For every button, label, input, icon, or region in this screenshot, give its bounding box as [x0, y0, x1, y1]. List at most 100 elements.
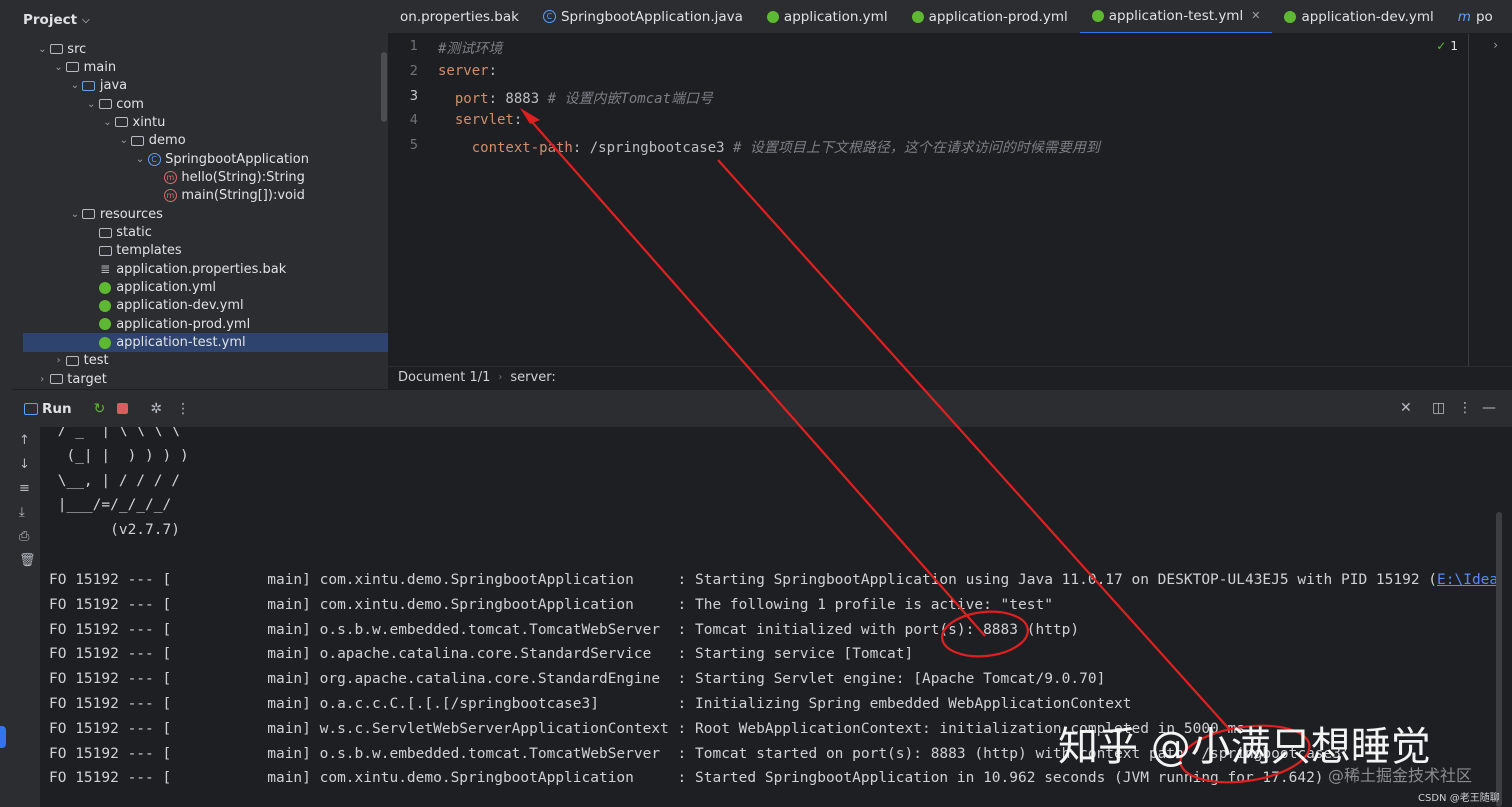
tree-item[interactable]: templates	[85, 242, 182, 260]
right-margin-guide	[1468, 34, 1469, 366]
tree-item[interactable]: ⌄ com	[85, 95, 144, 113]
folder-icon	[65, 354, 81, 368]
breadcrumb: Document 1/1 › server:	[388, 366, 1512, 388]
editor-tab[interactable]: application-dev.yml	[1272, 0, 1445, 33]
chevron-down-icon[interactable]: ⌄	[85, 99, 97, 110]
chevron-down-icon[interactable]: ⌄	[53, 62, 65, 73]
tree-item[interactable]: ⌄ C SpringbootApplication	[134, 150, 309, 168]
close-icon[interactable]: ✕	[1400, 400, 1412, 416]
run-window-icon	[24, 402, 38, 415]
code-token: #测试环境	[438, 41, 503, 57]
breadcrumb-document[interactable]: Document 1/1	[398, 370, 490, 385]
source-folder-icon	[81, 79, 97, 93]
tree-item-label: target	[67, 371, 107, 387]
tree-item[interactable]: application-test.yml	[85, 334, 246, 352]
tree-item[interactable]: ⌄ demo	[118, 132, 186, 150]
layout-icon[interactable]: ◫	[1432, 400, 1445, 416]
log-line: FO 15192 --- [ main] o.s.b.w.embedded.to…	[49, 622, 1079, 638]
chevron-right-icon[interactable]: ›	[1493, 38, 1498, 52]
project-scrollbar[interactable]	[381, 52, 387, 122]
editor-tab-label: on.properties.bak	[400, 8, 519, 25]
console-scrollbar[interactable]	[1496, 512, 1502, 807]
tree-item[interactable]: m hello(String):String	[150, 168, 305, 186]
debug-icon[interactable]: ✲	[150, 401, 162, 417]
tree-item[interactable]: › test	[53, 352, 109, 370]
line-number: 3	[409, 88, 418, 104]
minimize-icon[interactable]: —	[1482, 400, 1496, 416]
tree-item[interactable]: ⌄ java	[69, 77, 127, 95]
more-options-icon[interactable]: ⋮	[176, 401, 190, 417]
run-toolbar: Run ↻ ✲ ⋮ ✕ ◫ ⋮ —	[12, 389, 1512, 427]
log-text: FO 15192 --- [ main] org.apache.catalina…	[49, 671, 1106, 688]
panel-options-icon[interactable]: ⋮	[1458, 400, 1472, 416]
code-line[interactable]: context-path: /springbootcase3 # 设置项目上下文…	[438, 137, 1100, 157]
rerun-icon[interactable]: ↻	[94, 401, 106, 417]
tree-item-label: xintu	[132, 114, 166, 130]
m-icon: m	[1457, 8, 1471, 25]
code-line[interactable]: servlet:	[438, 112, 522, 128]
chevron-down-icon[interactable]: ⌄	[69, 209, 81, 220]
editor-tab-bar: on.properties.bak C SpringbootApplication.…	[388, 0, 1512, 34]
spring-icon	[97, 336, 113, 350]
tree-item-label: application-test.yml	[116, 335, 246, 351]
text-file-icon: ≣	[100, 262, 111, 277]
tree-item[interactable]: › target	[36, 370, 107, 388]
project-header[interactable]: Project ⌵	[12, 0, 388, 40]
close-tab-icon[interactable]: ✕	[1251, 9, 1260, 22]
banner-line: \__, | / / / /	[49, 472, 180, 489]
tree-item[interactable]: ≣ application.properties.bak	[85, 260, 286, 278]
tree-item[interactable]: application-dev.yml	[85, 297, 244, 315]
code-line[interactable]: port: 8883 # 设置内嵌Tomcat端口号	[438, 88, 713, 108]
editor-tab-label: application.yml	[783, 8, 888, 25]
chevron-right-icon[interactable]: ›	[53, 355, 65, 366]
stop-button[interactable]	[117, 403, 129, 414]
resources-folder-icon	[81, 207, 97, 221]
editor-tab[interactable]: on.properties.bak	[388, 0, 531, 33]
log-text: FO 15192 --- [ main] o.a.c.c.C.[.[.[/spr…	[49, 696, 1132, 712]
tree-item[interactable]: static	[85, 224, 152, 242]
folder-icon	[48, 372, 64, 386]
breadcrumb-path[interactable]: server:	[510, 370, 555, 385]
log-line: FO 15192 --- [ main] o.a.c.c.C.[.[.[/spr…	[49, 696, 1132, 712]
chevron-down-icon[interactable]: ⌄	[118, 135, 130, 146]
tree-item[interactable]: ⌄ src	[36, 40, 86, 58]
code-editor[interactable]: 1 #测试环境 2 server: 3 port: 8883 # 设置内嵌Tomcat端…	[388, 34, 1512, 366]
print-icon[interactable]: ⎙	[19, 529, 29, 544]
package-icon	[97, 97, 113, 111]
juejin-watermark: @稀土掘金技术社区	[1328, 766, 1473, 785]
tree-item[interactable]: ⌄ resources	[69, 205, 163, 223]
arrow-down-icon[interactable]: ↓	[19, 457, 30, 472]
file-path-link[interactable]: E:\IdeaProj	[1437, 572, 1502, 588]
tree-item[interactable]: ⌄ main	[53, 58, 116, 76]
editor-tab[interactable]: application.yml	[755, 0, 900, 33]
tree-item[interactable]: application-prod.yml	[85, 315, 250, 333]
chevron-right-icon[interactable]: ›	[36, 374, 48, 385]
chevron-down-icon[interactable]: ⌵	[82, 15, 90, 26]
inspection-ok-icon[interactable]: ✓ 1	[1436, 39, 1458, 53]
tree-item[interactable]: m main(String[]):void	[150, 187, 305, 205]
run-title[interactable]: Run	[42, 401, 72, 417]
code-token: :	[513, 112, 523, 129]
code-line[interactable]: #测试环境	[438, 38, 502, 58]
package-icon	[114, 115, 130, 129]
tool-window-indicator[interactable]	[0, 726, 6, 748]
tree-item[interactable]: application.yml	[85, 279, 216, 297]
code-line[interactable]: server:	[438, 63, 497, 79]
editor-tab[interactable]: m po	[1446, 0, 1505, 33]
chevron-down-icon[interactable]: ⌄	[69, 80, 81, 91]
spring-icon	[97, 281, 113, 295]
soft-wrap-icon[interactable]: ≡	[19, 481, 30, 496]
editor-tab[interactable]: application-prod.yml	[900, 0, 1080, 33]
tree-item-label: application.yml	[116, 280, 216, 296]
arrow-up-icon[interactable]: ↑	[19, 433, 30, 448]
scroll-to-end-icon[interactable]: ⤓	[19, 505, 25, 520]
spring-icon	[1091, 9, 1104, 22]
code-token: : 8883	[488, 90, 548, 107]
chevron-down-icon[interactable]: ⌄	[102, 117, 114, 128]
tree-item[interactable]: ⌄ xintu	[102, 113, 166, 131]
chevron-down-icon[interactable]: ⌄	[134, 154, 146, 165]
chevron-down-icon[interactable]: ⌄	[36, 44, 48, 55]
editor-tab[interactable]: C SpringbootApplication.java	[531, 0, 755, 33]
trash-icon[interactable]: 🗑	[19, 553, 36, 568]
editor-tab[interactable]: application-test.yml ✕	[1079, 0, 1273, 33]
